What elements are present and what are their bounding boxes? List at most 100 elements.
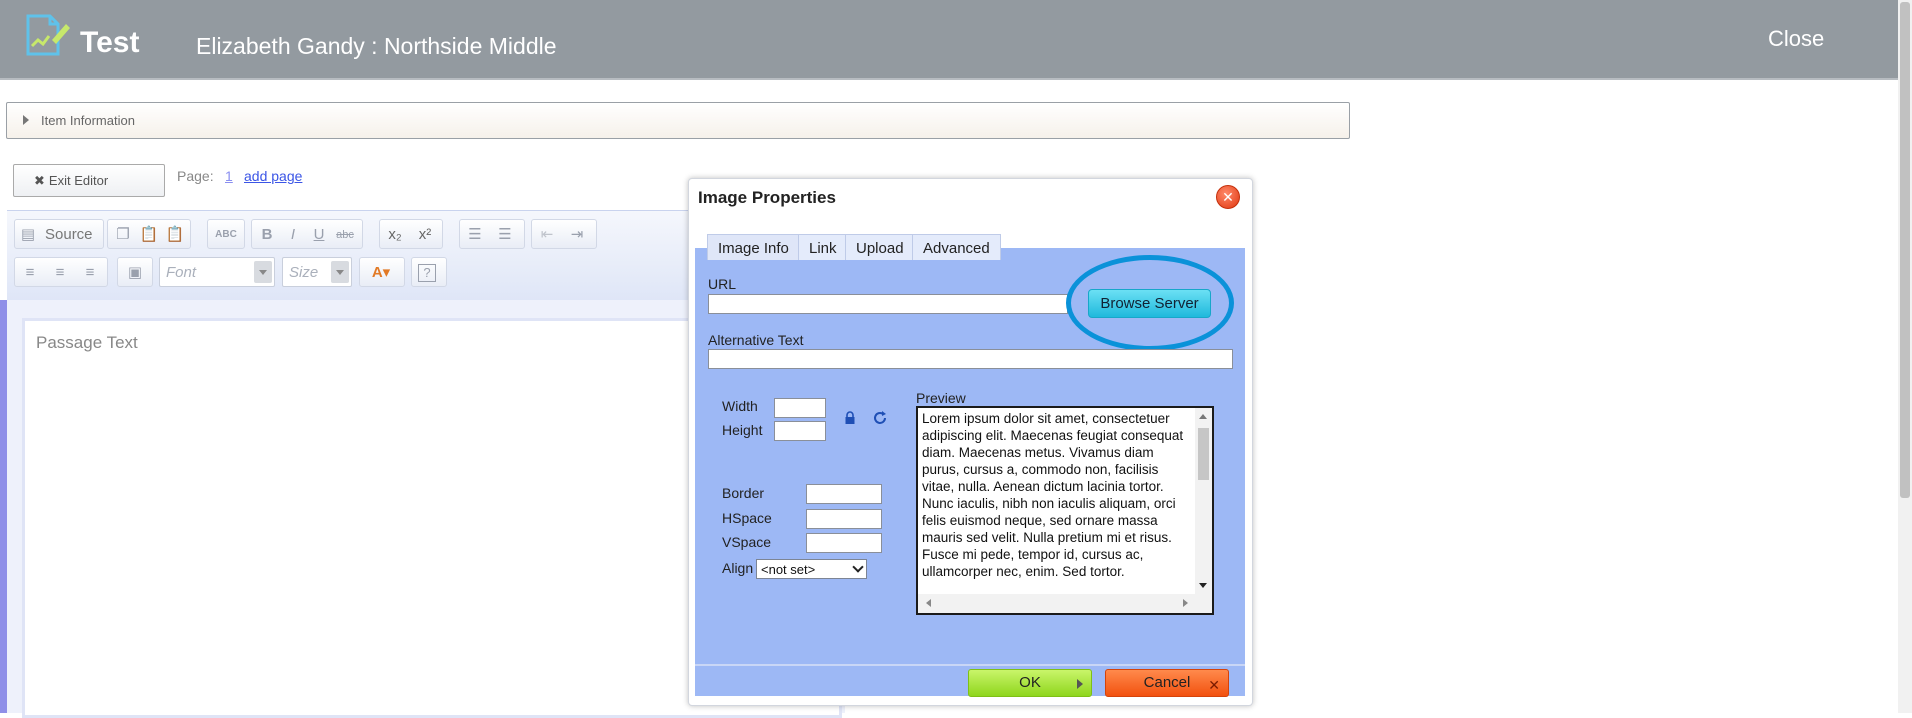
- bulleted-list-icon[interactable]: ☰: [494, 224, 516, 246]
- close-x-icon: ✕: [1208, 677, 1220, 693]
- height-input[interactable]: [774, 421, 826, 441]
- cancel-label: Cancel: [1143, 674, 1191, 691]
- lock-ratio-icon[interactable]: [844, 411, 856, 425]
- underline-icon[interactable]: U: [308, 224, 330, 246]
- italic-icon[interactable]: I: [282, 224, 304, 246]
- ok-button[interactable]: OK: [968, 669, 1092, 697]
- chevron-down-icon: [852, 561, 864, 573]
- indent-group: ⇤ ⇥: [531, 219, 597, 249]
- dialog-footer-divider: [695, 664, 1245, 666]
- spellcheck-icon[interactable]: ABC: [215, 224, 237, 246]
- spellcheck-group: ABC: [207, 219, 245, 249]
- expand-triangle-icon: [23, 115, 29, 125]
- editor-left-bar: [0, 300, 7, 713]
- paste-word-icon[interactable]: 📋: [164, 224, 186, 246]
- preview-vertical-scrollbar[interactable]: [1195, 408, 1212, 594]
- app-title: Test: [80, 26, 140, 59]
- page-scrollbar-thumb[interactable]: [1900, 2, 1910, 498]
- preview-text: Lorem ipsum dolor sit amet, consectetuer…: [922, 411, 1184, 579]
- clipboard-group: ❐ 📋 📋: [107, 219, 191, 249]
- align-left-icon[interactable]: ≡: [19, 262, 41, 284]
- preview-label: Preview: [916, 390, 966, 406]
- exit-editor-button[interactable]: ✖ Exit Editor: [13, 164, 165, 197]
- vspace-input[interactable]: [806, 533, 882, 553]
- border-label: Border: [722, 485, 765, 501]
- subscript-icon[interactable]: x₂: [384, 224, 406, 246]
- page-label: Page:: [177, 168, 214, 184]
- ok-label: OK: [1019, 674, 1041, 691]
- width-label: Width: [722, 398, 758, 414]
- scroll-left-icon[interactable]: [926, 599, 931, 607]
- arrow-right-icon: [1077, 679, 1083, 689]
- chevron-down-icon: [254, 261, 272, 283]
- text-style-group: B I U abc: [251, 219, 363, 249]
- align-label: Align: [722, 560, 754, 576]
- align-select[interactable]: <not set>: [756, 559, 867, 579]
- align-center-icon[interactable]: ≡: [49, 262, 71, 284]
- preview-box[interactable]: Lorem ipsum dolor sit amet, consectetuer…: [916, 406, 1214, 615]
- scroll-down-icon[interactable]: [1199, 583, 1207, 588]
- app-header: Test Elizabeth Gandy : Northside Middle …: [0, 0, 1912, 80]
- text-color-icon[interactable]: A▾: [366, 262, 396, 284]
- strikethrough-icon[interactable]: abc: [334, 224, 356, 246]
- url-label: URL: [708, 276, 737, 292]
- align-right-icon[interactable]: ≡: [79, 262, 101, 284]
- cancel-button[interactable]: Cancel ✕: [1105, 669, 1229, 697]
- source-doc-icon: ▤: [20, 226, 36, 243]
- item-information-panel[interactable]: Item Information: [6, 102, 1350, 139]
- close-button[interactable]: Close: [1768, 26, 1824, 52]
- exit-editor-label: Exit Editor: [48, 173, 109, 188]
- dialog-close-icon[interactable]: ✕: [1216, 185, 1240, 209]
- alt-text-label: Alternative Text: [708, 332, 804, 348]
- preview-scroll-thumb[interactable]: [1198, 428, 1209, 480]
- chevron-down-icon: [331, 261, 349, 283]
- size-placeholder: Size: [289, 264, 319, 281]
- student-school-label: Elizabeth Gandy : Northside Middle: [196, 33, 557, 59]
- tab-upload[interactable]: Upload: [845, 234, 915, 260]
- help-group: ?: [411, 257, 447, 287]
- image-icon[interactable]: ▣: [124, 262, 146, 284]
- border-input[interactable]: [806, 484, 882, 504]
- list-group: ☰ ☰: [459, 219, 525, 249]
- superscript-icon[interactable]: x²: [414, 224, 436, 246]
- source-button[interactable]: ▤ Source: [14, 219, 104, 249]
- help-icon[interactable]: ?: [418, 264, 436, 282]
- page-scrollbar[interactable]: [1898, 0, 1912, 713]
- scroll-up-icon[interactable]: [1199, 414, 1207, 419]
- preview-horizontal-scrollbar[interactable]: [918, 594, 1212, 613]
- copy-icon[interactable]: ❐: [112, 224, 134, 246]
- page-1-link[interactable]: 1: [225, 168, 233, 184]
- passage-placeholder: Passage Text: [36, 333, 138, 352]
- alignment-group: ≡ ≡ ≡: [14, 257, 108, 287]
- add-page-link[interactable]: add page: [244, 168, 302, 184]
- image-group: ▣: [117, 257, 153, 287]
- scroll-right-icon[interactable]: [1183, 599, 1188, 607]
- tab-image-info[interactable]: Image Info: [707, 234, 800, 260]
- script-group: x₂ x²: [379, 219, 443, 249]
- font-placeholder: Font: [166, 264, 197, 281]
- hspace-label: HSpace: [722, 510, 772, 526]
- tab-advanced[interactable]: Advanced: [912, 234, 1001, 260]
- source-label: Source: [45, 226, 93, 243]
- numbered-list-icon[interactable]: ☰: [464, 224, 486, 246]
- highlight-circle: [1066, 255, 1234, 351]
- indent-icon[interactable]: ⇥: [566, 224, 588, 246]
- font-combo[interactable]: Font: [159, 257, 275, 287]
- close-x-icon: ✖: [34, 173, 45, 188]
- dialog-title: Image Properties: [698, 188, 836, 207]
- tab-link[interactable]: Link: [798, 234, 848, 260]
- height-label: Height: [722, 422, 763, 438]
- url-input[interactable]: [708, 294, 1068, 314]
- bold-icon[interactable]: B: [256, 224, 278, 246]
- align-select-value: <not set>: [761, 562, 816, 577]
- vspace-label: VSpace: [722, 534, 772, 550]
- test-document-icon: [26, 14, 70, 56]
- paste-icon[interactable]: 📋: [138, 224, 160, 246]
- width-input[interactable]: [774, 398, 826, 418]
- item-information-label: Item Information: [41, 113, 135, 128]
- reset-size-icon[interactable]: [872, 410, 888, 426]
- outdent-icon[interactable]: ⇤: [536, 224, 558, 246]
- hspace-input[interactable]: [806, 509, 882, 529]
- size-combo[interactable]: Size: [282, 257, 352, 287]
- alt-text-input[interactable]: [708, 349, 1233, 369]
